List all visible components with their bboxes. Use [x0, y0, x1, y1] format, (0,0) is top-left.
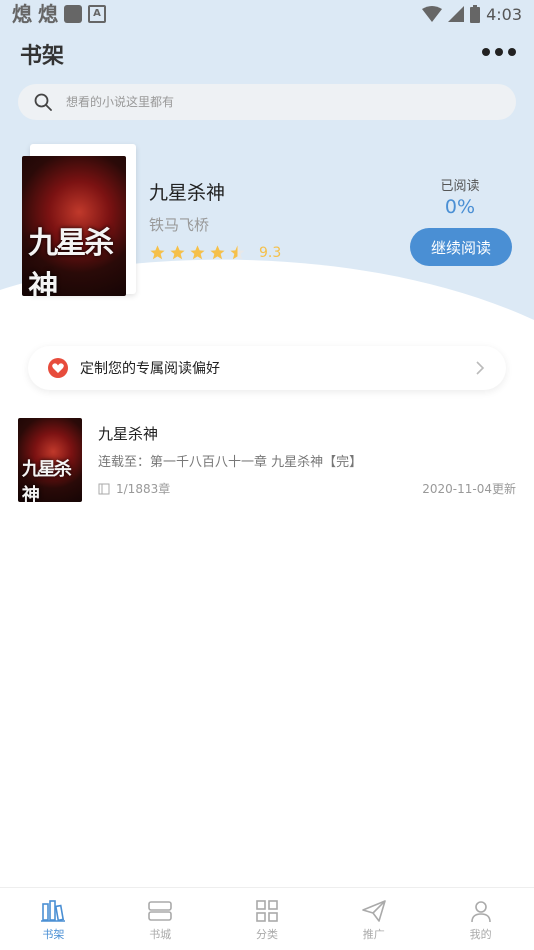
battery-icon [470, 5, 481, 23]
read-progress-label: 已阅读 [440, 179, 480, 194]
status-time: 4:03 [486, 4, 522, 24]
book-icon [98, 483, 110, 494]
star-icon [190, 245, 205, 260]
more-dot-icon [482, 48, 490, 56]
book-progress-text: 1/1883章 [116, 482, 171, 496]
star-icon [150, 245, 165, 260]
search-input[interactable] [64, 94, 468, 110]
featured-book-cover[interactable]: 九星杀神 [22, 156, 126, 296]
book-list-item[interactable]: 九星杀神 九星杀神 连载至：第一千八百八十一章 九星杀神【完】 1/1883章 … [18, 418, 516, 504]
more-dot-icon [508, 48, 516, 56]
star-icon [170, 245, 185, 260]
star-icon [210, 245, 225, 260]
search-icon [34, 93, 52, 111]
half-star-icon [230, 245, 245, 260]
chevron-right-icon [476, 361, 485, 375]
read-progress-percent: 0% [444, 196, 476, 218]
page-title: 书架 [20, 44, 65, 69]
nav-label: 推广 [362, 928, 385, 941]
book-latest-chapter: 连载至：第一千八百八十一章 九星杀神【完】 [98, 455, 363, 470]
nav-label: 书城 [149, 928, 172, 941]
nav-bookstore[interactable]: 书城 [107, 888, 214, 950]
nav-profile[interactable]: 我的 [427, 888, 534, 950]
status-notification-icon: 熄 [38, 2, 58, 26]
bookstore-icon [148, 901, 172, 921]
cover-title-art: 九星杀神 [28, 225, 114, 296]
cover-title-art: 九星杀神 [21, 458, 72, 502]
continue-reading-button[interactable]: 继续阅读 [410, 228, 512, 266]
status-app-icon [64, 5, 82, 23]
bottom-nav: 书架 书城 分类 推广 我的 [0, 887, 534, 950]
status-bar: 熄 熄 A 4:03 [0, 0, 534, 28]
nav-category[interactable]: 分类 [214, 888, 321, 950]
promote-icon [361, 900, 386, 922]
nav-label: 书架 [42, 928, 65, 941]
wifi-icon [422, 6, 443, 22]
search-bar[interactable] [18, 84, 516, 120]
nav-label: 分类 [255, 928, 278, 941]
featured-book-title[interactable]: 九星杀神 [149, 178, 225, 205]
reading-preference-card[interactable]: 定制您的专属阅读偏好 [28, 346, 506, 390]
category-icon [256, 900, 278, 922]
status-notification-icon: 熄 [12, 2, 32, 26]
rating-value: 9.3 [259, 244, 282, 261]
bookshelf-icon [41, 900, 66, 922]
status-a-icon: A [88, 5, 106, 23]
book-title: 九星杀神 [98, 425, 159, 443]
book-cover: 九星杀神 [18, 418, 82, 502]
profile-icon [470, 901, 491, 923]
rating: 9.3 [149, 244, 281, 261]
featured-book-author: 铁马飞桥 [149, 216, 210, 234]
more-button[interactable] [482, 44, 516, 60]
more-dot-icon [495, 48, 503, 56]
nav-bookshelf[interactable]: 书架 [0, 888, 107, 950]
nav-label: 我的 [469, 928, 492, 941]
nav-promote[interactable]: 推广 [320, 888, 427, 950]
heart-icon [48, 358, 68, 378]
preference-label: 定制您的专属阅读偏好 [80, 361, 220, 377]
book-progress: 1/1883章 [98, 480, 170, 497]
signal-icon [448, 6, 465, 22]
book-updated-date: 2020-11-04更新 [422, 482, 516, 496]
